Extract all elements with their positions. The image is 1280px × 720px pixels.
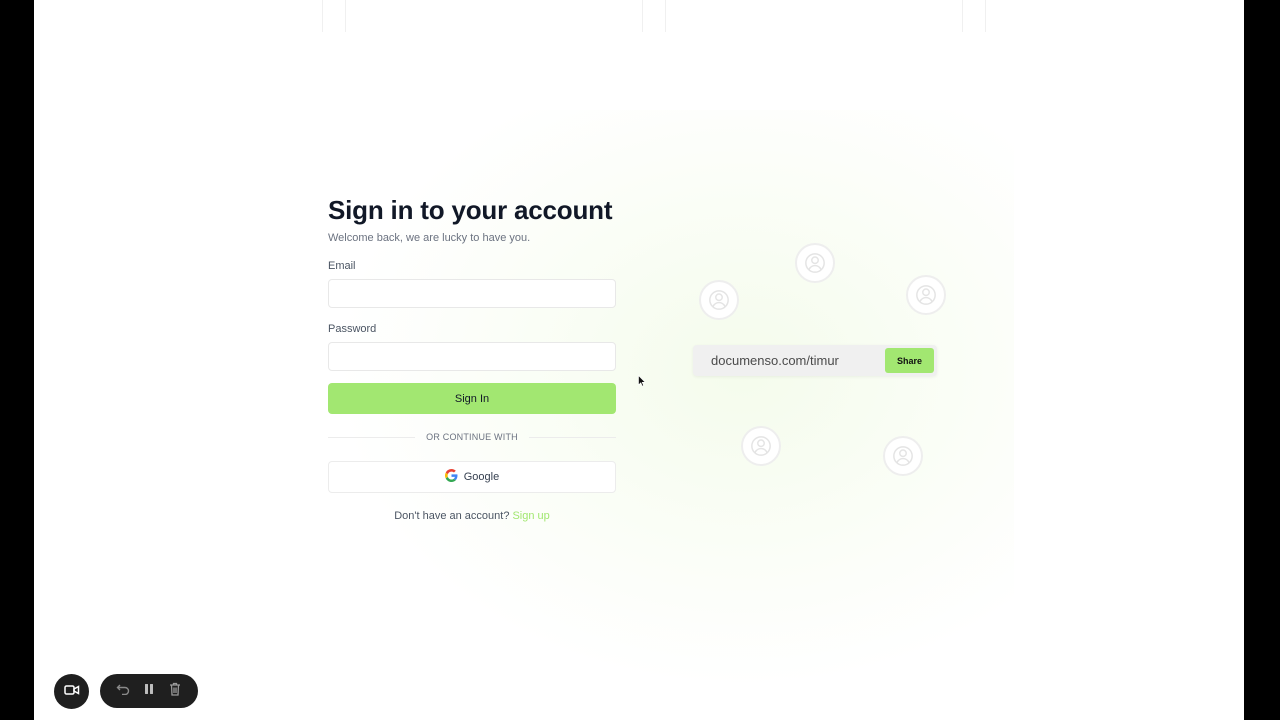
- share-url: documenso.com/timur: [711, 353, 839, 368]
- signin-button[interactable]: Sign In: [328, 383, 616, 414]
- email-field[interactable]: [328, 279, 616, 308]
- decorative-line: [642, 0, 666, 32]
- signup-prompt: Don't have an account? Sign up: [328, 510, 616, 522]
- divider-text: OR CONTINUE WITH: [426, 432, 518, 442]
- camera-toggle-button[interactable]: [54, 674, 89, 709]
- divider-line: [528, 436, 617, 438]
- share-link-card: documenso.com/timur Share: [693, 345, 937, 376]
- share-button[interactable]: Share: [885, 348, 934, 373]
- email-label: Email: [328, 260, 356, 272]
- decorative-line: [322, 0, 346, 32]
- decorative-line: [962, 0, 986, 32]
- signup-link[interactable]: Sign up: [512, 510, 549, 522]
- pause-button[interactable]: [141, 683, 157, 699]
- divider: OR CONTINUE WITH: [328, 431, 617, 443]
- page-title: Sign in to your account: [328, 195, 613, 225]
- password-field[interactable]: [328, 342, 616, 371]
- page-subtitle: Welcome back, we are lucky to have you.: [328, 232, 531, 244]
- recorder-toolbar: [100, 674, 198, 708]
- google-signin-button[interactable]: Google: [328, 461, 616, 493]
- delete-button[interactable]: [167, 682, 183, 701]
- page: Sign in to your account Welcome back, we…: [34, 0, 1244, 720]
- user-avatar-icon: [741, 426, 781, 466]
- undo-icon: [116, 682, 130, 700]
- pause-icon: [144, 682, 154, 700]
- user-avatar-icon: [883, 436, 923, 476]
- password-label: Password: [328, 323, 377, 335]
- mouse-cursor-icon: [638, 374, 646, 392]
- divider-line: [328, 436, 416, 438]
- trash-icon: [169, 682, 181, 701]
- user-avatar-icon: [795, 243, 835, 283]
- signin-form: Sign in to your account Welcome back, we…: [328, 194, 617, 522]
- user-avatar-icon: [906, 275, 946, 315]
- undo-button[interactable]: [115, 683, 131, 699]
- google-icon: [444, 469, 458, 485]
- signup-prompt-text: Don't have an account?: [394, 510, 510, 522]
- camera-icon: [63, 683, 80, 701]
- user-avatar-icon: [699, 280, 739, 320]
- google-button-label: Google: [463, 471, 500, 483]
